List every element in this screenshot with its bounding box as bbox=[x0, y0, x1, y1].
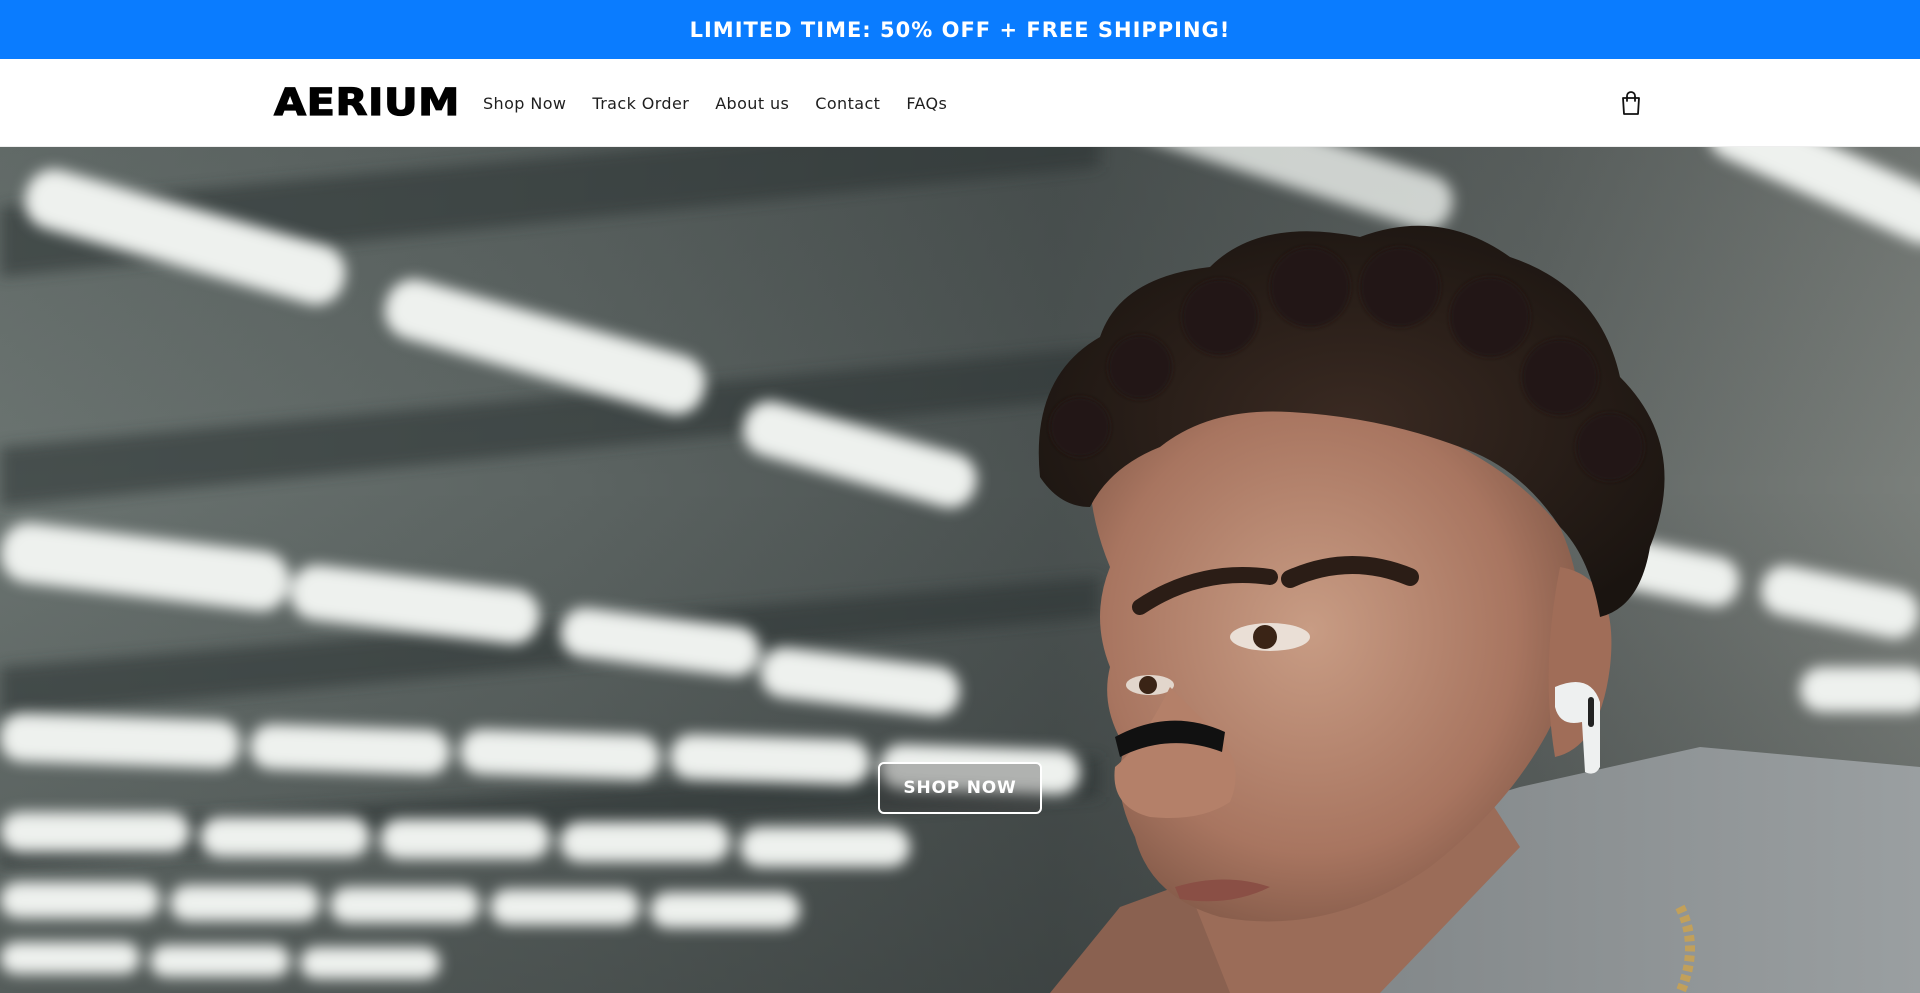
site-header: AERIUM Shop Now Track Order About us Con… bbox=[0, 59, 1920, 147]
nav-track-order[interactable]: Track Order bbox=[592, 94, 689, 113]
shopping-bag-icon[interactable] bbox=[1620, 90, 1642, 116]
brand-logo[interactable]: AERIUM bbox=[273, 80, 460, 124]
shop-now-button[interactable]: SHOP NOW bbox=[878, 762, 1042, 814]
nav-about-us[interactable]: About us bbox=[715, 94, 789, 113]
announcement-text: LIMITED TIME: 50% OFF + FREE SHIPPING! bbox=[689, 17, 1231, 42]
hero-banner: SHOP NOW bbox=[0, 147, 1920, 993]
nav-shop-now[interactable]: Shop Now bbox=[483, 94, 566, 113]
nav-faqs[interactable]: FAQs bbox=[906, 94, 947, 113]
nav-contact[interactable]: Contact bbox=[815, 94, 880, 113]
main-nav: Shop Now Track Order About us Contact FA… bbox=[483, 59, 973, 147]
announcement-bar: LIMITED TIME: 50% OFF + FREE SHIPPING! bbox=[0, 0, 1920, 59]
hero-image bbox=[0, 147, 1920, 993]
